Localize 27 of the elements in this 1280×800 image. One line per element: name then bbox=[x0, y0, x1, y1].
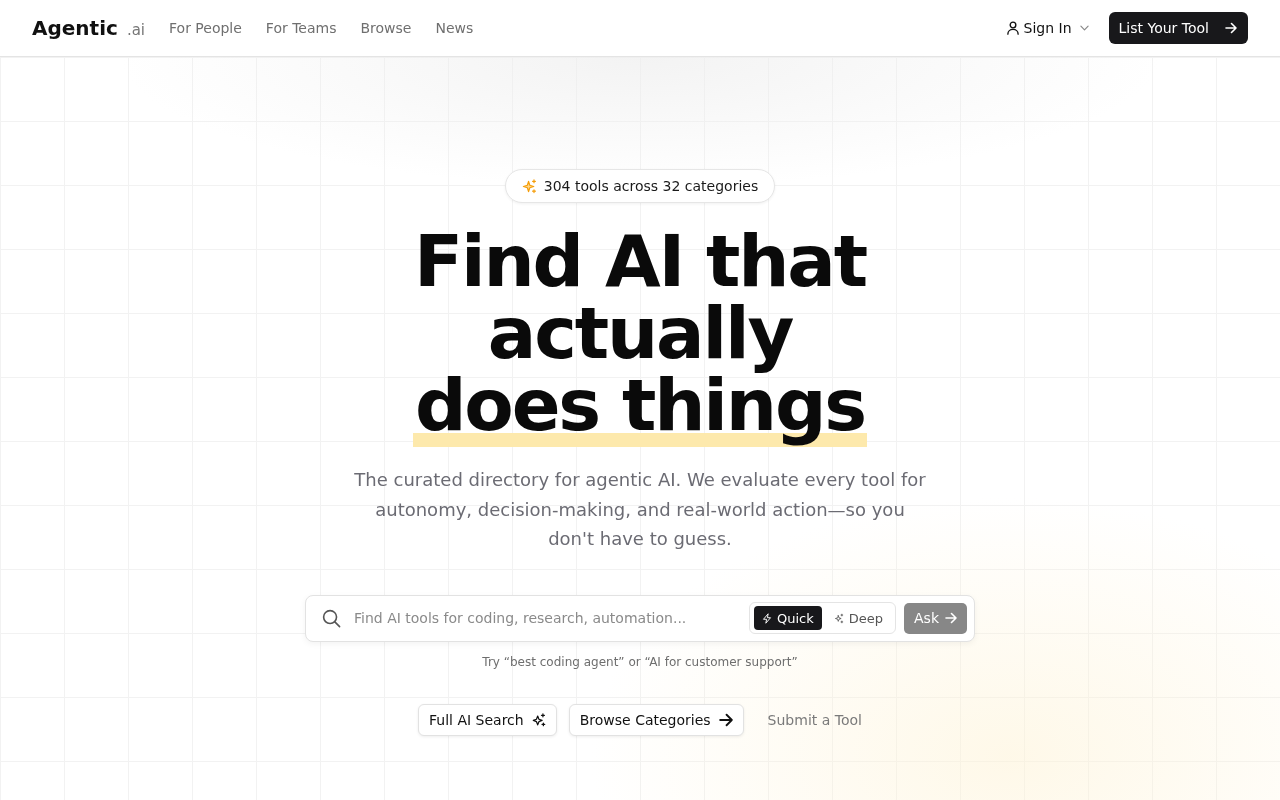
browse-categories-button[interactable]: Browse Categories bbox=[568, 703, 744, 736]
search-field[interactable]: Find AI tools for coding, research, automation... bbox=[354, 604, 749, 632]
nav-link[interactable]: For People bbox=[169, 20, 242, 36]
nav-link[interactable]: News bbox=[435, 20, 474, 36]
sparkle-icon bbox=[531, 712, 546, 727]
headline: Find AI that actually does things bbox=[411, 225, 868, 449]
list-tool-button[interactable]: List Your Tool bbox=[1108, 12, 1248, 44]
mode-tab[interactable]: Deep bbox=[825, 606, 891, 630]
caret-icon bbox=[1079, 25, 1089, 31]
nav-link[interactable]: Browse bbox=[360, 20, 412, 36]
arrow-right-icon bbox=[718, 712, 733, 727]
submit-tool-link[interactable]: Submit a Tool bbox=[767, 711, 862, 728]
arrow-right-icon bbox=[945, 612, 957, 624]
search-hint: Try “best coding agent” or “AI for customer support” bbox=[482, 654, 798, 669]
subtitle: The curated directory for agentic AI. We evaluate every tool for autonomy, decision-making, and real-world action—so you don't have to guess. bbox=[353, 468, 927, 551]
lightning-icon bbox=[762, 612, 772, 624]
logo[interactable]: Agentic .ai bbox=[32, 16, 145, 40]
user-icon bbox=[1006, 21, 1019, 35]
stats-text: 304 tools across 32 categories bbox=[543, 178, 759, 194]
arrow-right-icon bbox=[1225, 22, 1237, 34]
sign-in-button[interactable]: Sign In bbox=[1002, 16, 1093, 40]
nav-link[interactable]: For Teams bbox=[265, 20, 337, 36]
search-icon bbox=[322, 608, 341, 628]
full-ai-search-button[interactable]: Full AI Search bbox=[418, 703, 557, 736]
mode-tab[interactable]: Quick bbox=[754, 606, 822, 630]
sparkle-icon bbox=[833, 612, 844, 624]
sparkle-icon bbox=[521, 178, 537, 194]
